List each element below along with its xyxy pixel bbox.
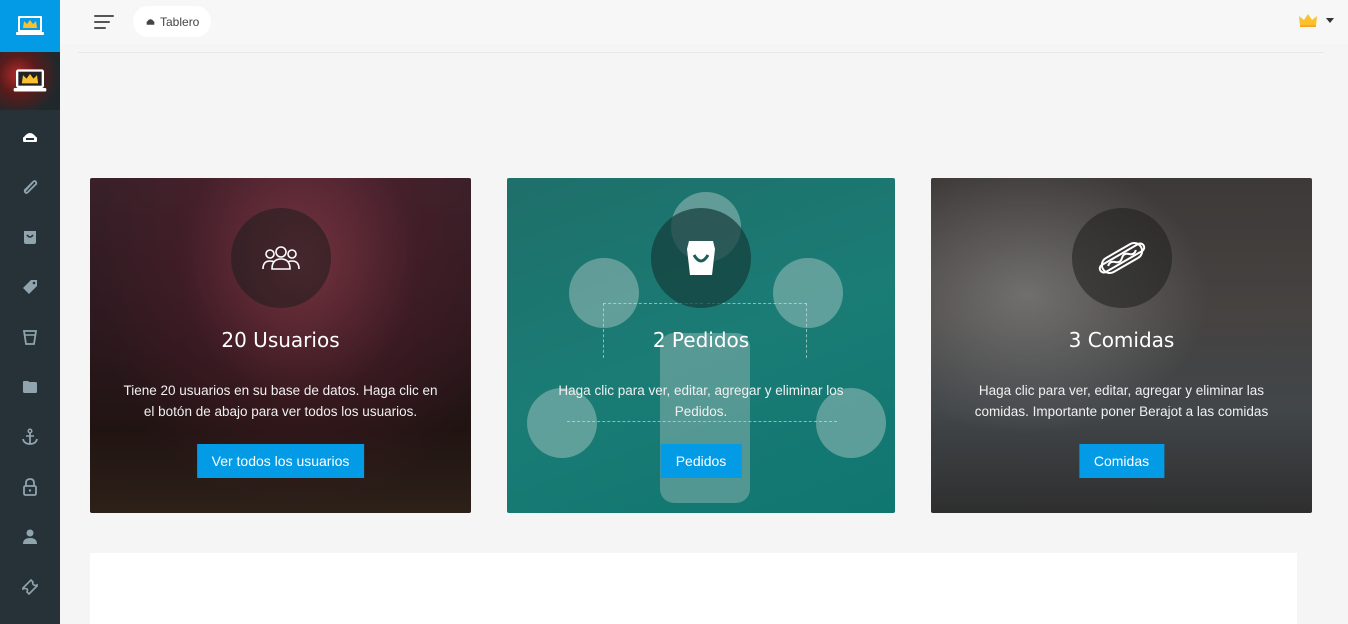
lock-icon — [23, 478, 37, 496]
card-description: Haga clic para ver, editar, agregar y el… — [558, 383, 844, 419]
shopping-bag-icon — [687, 241, 715, 275]
user-icon — [23, 529, 37, 544]
sidebar — [0, 0, 60, 624]
sidebar-item-drinks[interactable] — [0, 317, 60, 357]
topbar: Tablero — [60, 0, 1348, 44]
anchor-icon — [22, 428, 38, 445]
hotdog-icon — [1098, 242, 1145, 274]
food-icon-circle — [1071, 208, 1172, 308]
food-card: 3 Comidas Haga clic para ver, editar, ag… — [931, 178, 1312, 513]
tag-icon — [23, 280, 37, 294]
view-users-button[interactable]: Ver todos los usuarios — [196, 444, 365, 478]
food-button[interactable]: Comidas — [1078, 444, 1165, 478]
noodles-icon — [569, 258, 639, 328]
card-title: 2 Pedidos — [652, 328, 750, 352]
card-title: 3 Comidas — [1068, 328, 1175, 352]
sidebar-item-dashboard[interactable] — [0, 117, 60, 157]
dashboard-icon — [23, 133, 37, 142]
orders-card: 2 Pedidos Haga clic para ver, editar, ag… — [507, 178, 895, 513]
pizza-icon — [773, 258, 843, 328]
crown-laptop-icon — [13, 69, 47, 92]
sidebar-item-security[interactable] — [0, 467, 60, 507]
card-description: Haga clic para ver, editar, agregar y el… — [974, 383, 1269, 419]
sidebar-item-profile[interactable] — [0, 517, 60, 557]
bag-icon — [24, 231, 36, 244]
chevron-down-icon — [1326, 17, 1334, 23]
ticket-icon — [22, 578, 38, 596]
cup-icon — [22, 330, 38, 345]
sidebar-item-folders[interactable] — [0, 367, 60, 407]
menu-toggle-button[interactable] — [94, 14, 116, 30]
crown-laptop-icon — [16, 16, 44, 35]
orders-button[interactable]: Pedidos — [660, 444, 742, 478]
folder-icon — [23, 381, 37, 393]
users-icon — [261, 246, 300, 270]
user-menu[interactable] — [1298, 12, 1334, 28]
content-panel — [90, 553, 1297, 624]
user-avatar[interactable] — [0, 52, 60, 110]
divider — [78, 52, 1324, 53]
crown-icon — [1299, 14, 1317, 27]
breadcrumb[interactable]: Tablero — [133, 6, 212, 37]
sidebar-item-tags[interactable] — [0, 267, 60, 307]
sidebar-item-tickets[interactable] — [0, 567, 60, 607]
breadcrumb-label: Tablero — [160, 14, 200, 29]
sidebar-item-anchor[interactable] — [0, 417, 60, 457]
sidebar-item-orders[interactable] — [0, 217, 60, 257]
paperclip-icon — [23, 180, 38, 194]
app-logo[interactable] — [0, 0, 60, 52]
dashboard-icon — [146, 19, 155, 25]
card-title: 20 Usuarios — [221, 328, 340, 352]
sidebar-item-attachments[interactable] — [0, 167, 60, 207]
users-card: 20 Usuarios Tiene 20 usuarios en su base… — [90, 178, 471, 513]
orders-icon-circle — [651, 208, 751, 308]
card-description: Tiene 20 usuarios en su base de datos. H… — [123, 383, 438, 419]
users-icon-circle — [230, 208, 331, 308]
